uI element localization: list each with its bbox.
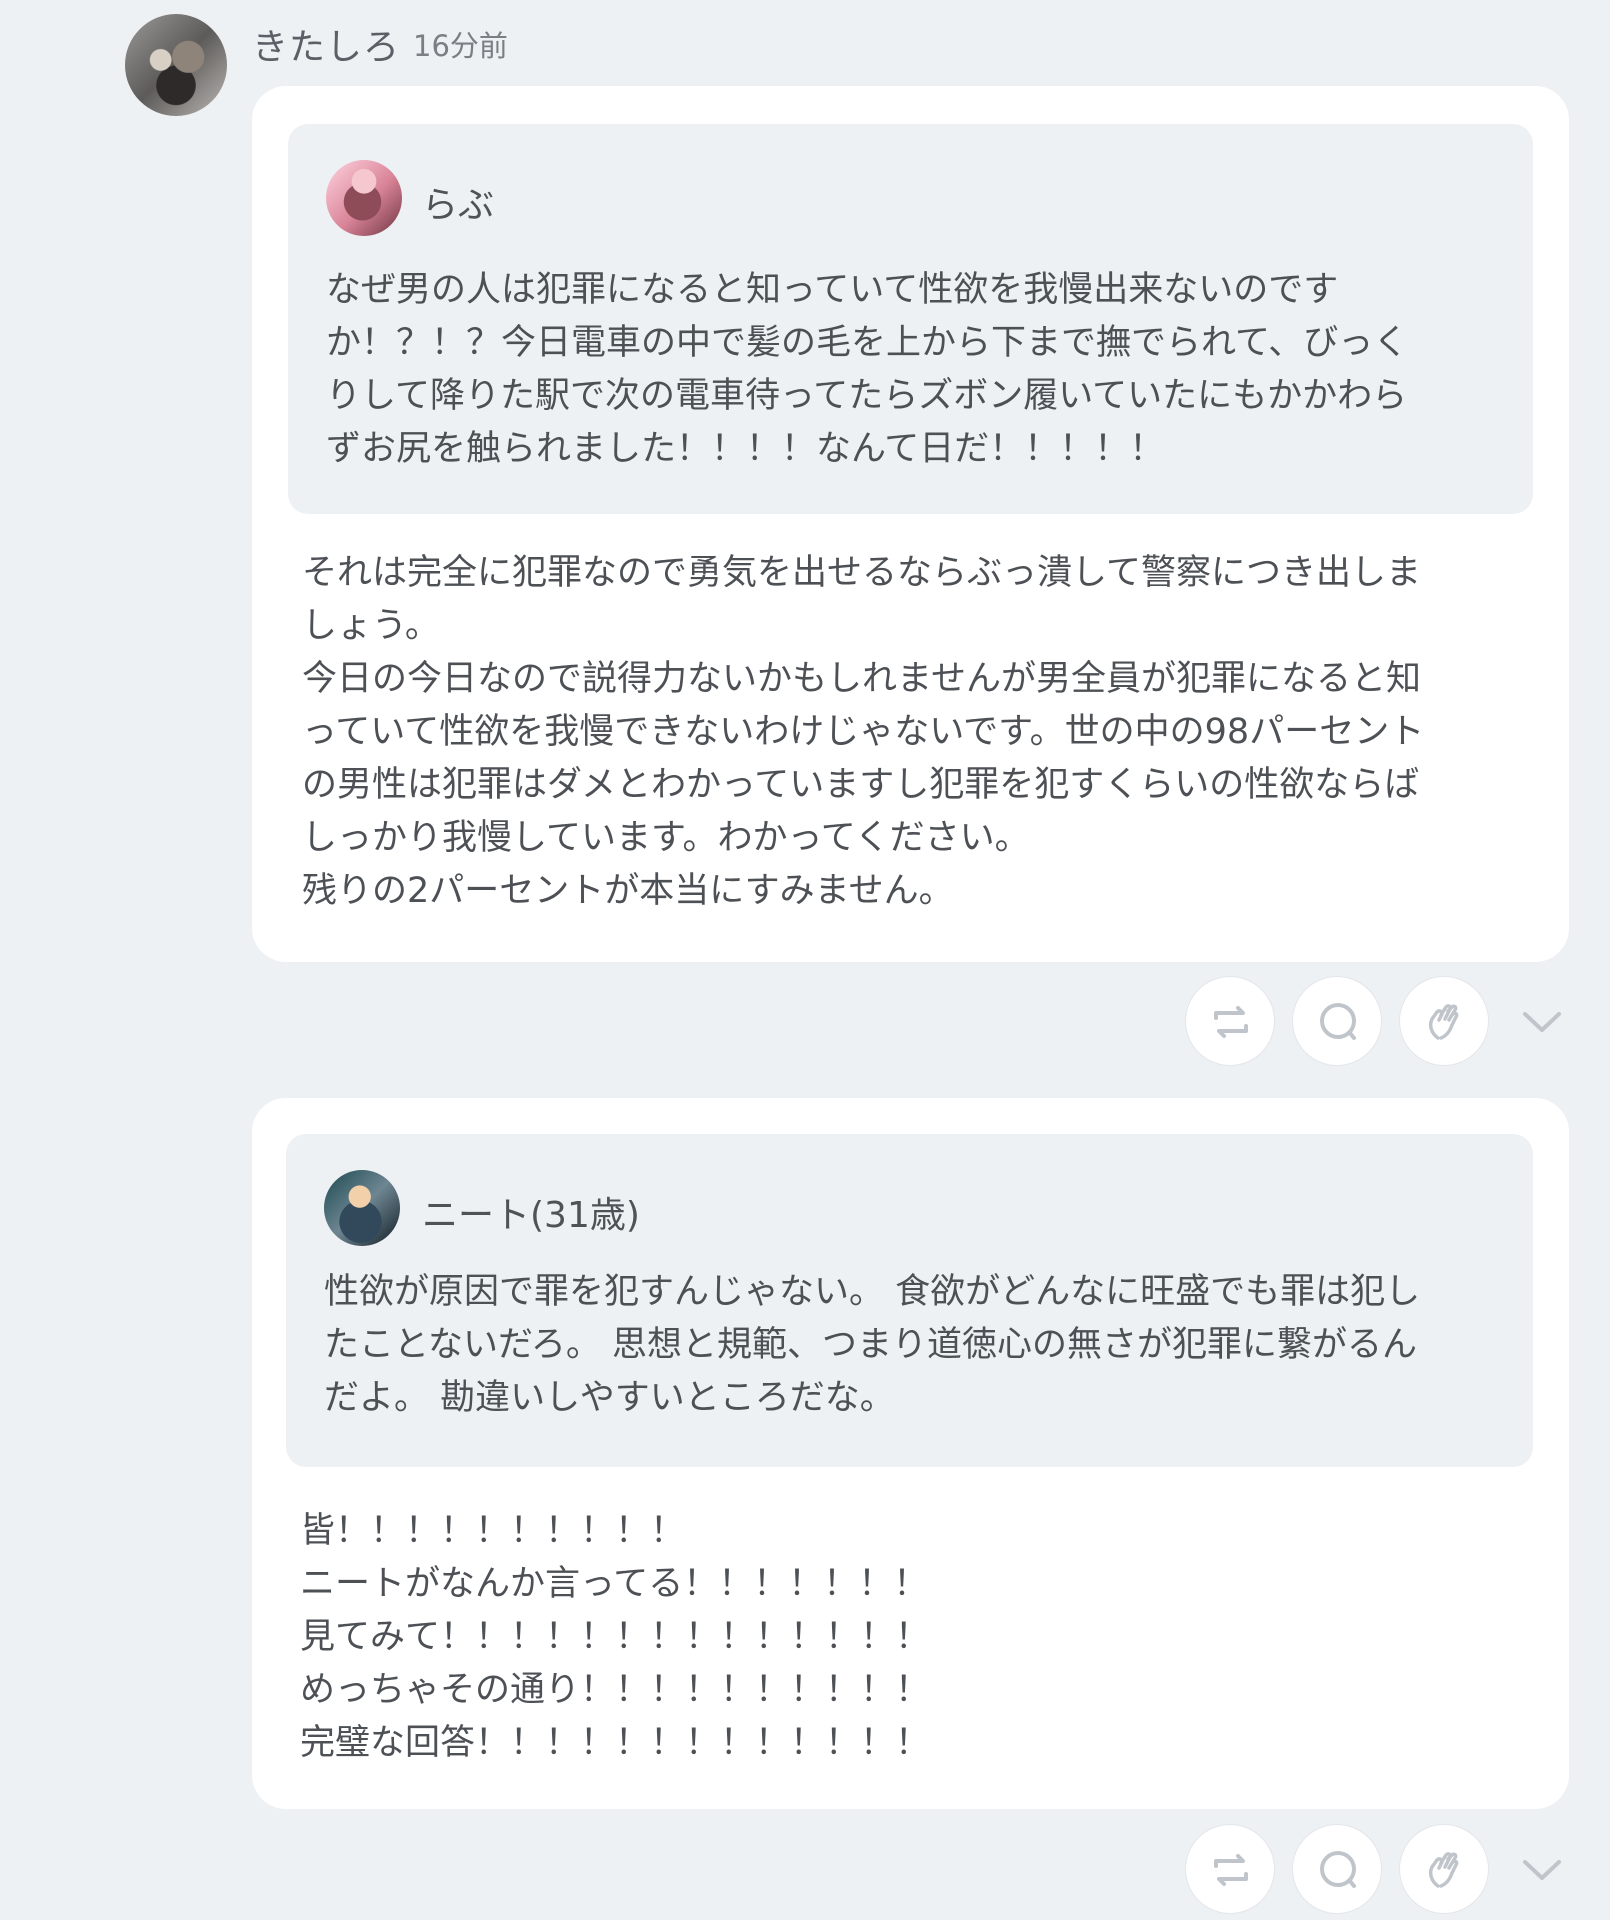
- comment-button[interactable]: [1292, 976, 1382, 1066]
- repost-icon: [1214, 1006, 1248, 1038]
- chevron-down-icon[interactable]: [1520, 1855, 1564, 1885]
- quoted-author-avatar[interactable]: [326, 160, 402, 236]
- quoted-post-text: なぜ男の人は犯罪になると知っていて性欲を我慢出来ないのです か！？！？今日電車の…: [326, 270, 1409, 469]
- quoted-author-name[interactable]: らぶ: [422, 176, 494, 228]
- quoted-author-name[interactable]: ニート(31歳): [422, 1186, 640, 1238]
- author-name[interactable]: きたしろ: [252, 18, 400, 70]
- post-card-1: らぶ なぜ男の人は犯罪になると知っていて性欲を我慢出来ないのです か！？！？今日…: [252, 86, 1569, 962]
- clap-button[interactable]: [1399, 976, 1489, 1066]
- quoted-post-1[interactable]: らぶ なぜ男の人は犯罪になると知っていて性欲を我慢出来ないのです か！？！？今日…: [288, 124, 1533, 514]
- comment-icon: [1320, 1003, 1356, 1040]
- post-actions-1: [1185, 976, 1565, 1070]
- clap-icon: [1428, 1852, 1459, 1888]
- reply-text: それは完全に犯罪なので勇気を出せるならぶっ潰して警察につき出しま しょう。 今日…: [302, 553, 1425, 911]
- post-actions-2: [1185, 1824, 1565, 1918]
- post-time: 16分前: [413, 29, 508, 63]
- quoted-post-2[interactable]: ニート(31歳) 性欲が原因で罪を犯すんじゃない。 食欲がどんなに旺盛でも罪は犯…: [286, 1134, 1533, 1467]
- clap-button[interactable]: [1399, 1824, 1489, 1914]
- quoted-post-text: 性欲が原因で罪を犯すんじゃない。 食欲がどんなに旺盛でも罪は犯し たことないだろ…: [324, 1272, 1421, 1418]
- repost-button[interactable]: [1185, 976, 1275, 1066]
- chevron-down-icon[interactable]: [1520, 1007, 1564, 1037]
- quoted-author-avatar[interactable]: [324, 1170, 400, 1246]
- comment-icon: [1320, 1851, 1356, 1888]
- author-avatar[interactable]: [125, 14, 227, 116]
- clap-icon: [1428, 1004, 1459, 1040]
- repost-icon: [1214, 1854, 1248, 1886]
- post-card-2: ニート(31歳) 性欲が原因で罪を犯すんじゃない。 食欲がどんなに旺盛でも罪は犯…: [252, 1098, 1569, 1809]
- repost-button[interactable]: [1185, 1824, 1275, 1914]
- comment-button[interactable]: [1292, 1824, 1382, 1914]
- reply-text: 皆！！！！！！！！！！ ニートがなんか言ってる！！！！！！！ 見てみて！！！！！…: [300, 1511, 931, 1763]
